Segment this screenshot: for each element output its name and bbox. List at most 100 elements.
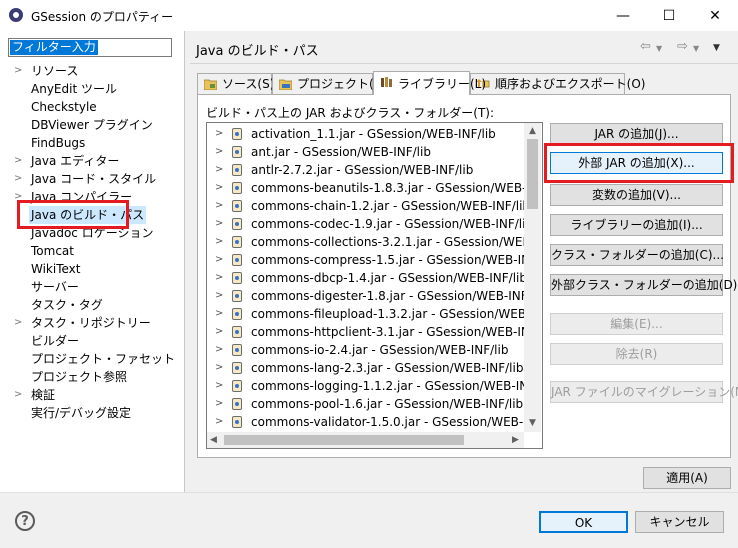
jar-list-item[interactable]: > commons-logging-1.1.2.jar - GSession/WE… bbox=[207, 377, 525, 395]
nav-item[interactable]: 実行/デバッグ設定 bbox=[0, 404, 184, 422]
expand-chevron-icon[interactable]: > bbox=[215, 305, 223, 323]
help-icon[interactable]: ? bbox=[15, 511, 35, 531]
nav-item-label: Java エディター bbox=[31, 154, 120, 168]
jar-list-item[interactable]: > commons-beanutils-1.8.3.jar - GSession/… bbox=[207, 179, 525, 197]
jar-list-item[interactable]: > commons-httpclient-3.1.jar - GSession/W… bbox=[207, 323, 525, 341]
cancel-button[interactable]: キャンセル bbox=[635, 511, 724, 533]
page-title: Java のビルド・パス bbox=[196, 44, 319, 59]
tab-projects[interactable]: プロジェクト(P) bbox=[272, 73, 386, 94]
maximize-button[interactable]: ☐ bbox=[646, 0, 692, 31]
nav-item[interactable]: ビルダー bbox=[0, 332, 184, 350]
filter-input[interactable]: フィルター入力 bbox=[8, 38, 172, 57]
expand-chevron-icon[interactable]: > bbox=[215, 215, 223, 233]
back-arrow-icon[interactable]: ⇦ bbox=[640, 39, 651, 54]
scroll-left-icon[interactable]: ◀ bbox=[210, 435, 217, 445]
jar-list-item[interactable]: > commons-io-2.4.jar - GSession/WEB-INF/l… bbox=[207, 341, 525, 359]
expand-chevron-icon[interactable]: > bbox=[215, 395, 223, 413]
apply-button[interactable]: 適用(A) bbox=[643, 467, 731, 489]
expand-chevron-icon[interactable]: > bbox=[14, 62, 22, 80]
jar-list-label: ビルド・パス上の JAR およびクラス・フォルダー(T): bbox=[206, 106, 495, 120]
expand-chevron-icon[interactable]: > bbox=[215, 323, 223, 341]
close-button[interactable]: ✕ bbox=[692, 0, 738, 31]
expand-chevron-icon[interactable]: > bbox=[14, 152, 22, 170]
expand-chevron-icon[interactable]: > bbox=[215, 287, 223, 305]
jar-file-icon bbox=[232, 380, 242, 392]
tab-order-export[interactable]: 順序およびエクスポート(O) bbox=[470, 73, 645, 94]
nav-item[interactable]: WikiText bbox=[0, 260, 184, 278]
nav-item[interactable]: > Java エディター bbox=[0, 152, 184, 170]
jar-list-item[interactable]: > antlr-2.7.2.jar - GSession/WEB-INF/lib bbox=[207, 161, 525, 179]
expand-chevron-icon[interactable]: > bbox=[14, 314, 22, 332]
ok-button[interactable]: OK bbox=[539, 511, 628, 533]
expand-chevron-icon[interactable]: > bbox=[14, 386, 22, 404]
expand-chevron-icon[interactable]: > bbox=[215, 269, 223, 287]
jar-list-item[interactable]: > commons-chain-1.2.jar - GSession/WEB-IN… bbox=[207, 197, 525, 215]
nav-item[interactable]: > Java コード・スタイル bbox=[0, 170, 184, 188]
jar-list-item[interactable]: > commons-codec-1.9.jar - GSession/WEB-IN… bbox=[207, 215, 525, 233]
expand-chevron-icon[interactable]: > bbox=[215, 143, 223, 161]
forward-dropdown-icon[interactable]: ▼ bbox=[693, 44, 699, 53]
expand-chevron-icon[interactable]: > bbox=[215, 341, 223, 359]
highlight-box-button bbox=[544, 143, 734, 183]
nav-item[interactable]: Checkstyle bbox=[0, 98, 184, 116]
forward-arrow-icon[interactable]: ⇨ bbox=[677, 39, 688, 54]
jar-list-item[interactable]: > commons-digester-1.8.jar - GSession/WEB… bbox=[207, 287, 525, 305]
scroll-up-icon[interactable]: ▲ bbox=[529, 126, 536, 136]
horizontal-scroll-thumb[interactable] bbox=[224, 435, 464, 445]
nav-item[interactable]: DBViewer プラグイン bbox=[0, 116, 184, 134]
nav-item[interactable]: AnyEdit ツール bbox=[0, 80, 184, 98]
jar-list-item[interactable]: > commons-pool-1.6.jar - GSession/WEB-INF… bbox=[207, 395, 525, 413]
jar-list[interactable]: > activation_1.1.jar - GSession/WEB-INF/l… bbox=[206, 122, 543, 449]
nav-item[interactable]: > 検証 bbox=[0, 386, 184, 404]
nav-item[interactable]: プロジェクト参照 bbox=[0, 368, 184, 386]
expand-chevron-icon[interactable]: > bbox=[215, 233, 223, 251]
jar-name: activation_1.1.jar - GSession/WEB-INF/li… bbox=[251, 127, 496, 141]
nav-item[interactable]: FindBugs bbox=[0, 134, 184, 152]
expand-chevron-icon[interactable]: > bbox=[215, 197, 223, 215]
nav-item[interactable]: タスク・タグ bbox=[0, 296, 184, 314]
jar-list-item[interactable]: > activation_1.1.jar - GSession/WEB-INF/l… bbox=[207, 125, 525, 143]
tab-source[interactable]: ソース(S) bbox=[197, 73, 274, 94]
expand-chevron-icon[interactable]: > bbox=[215, 413, 223, 431]
expand-chevron-icon[interactable]: > bbox=[215, 179, 223, 197]
back-dropdown-icon[interactable]: ▼ bbox=[656, 44, 662, 53]
jar-file-icon bbox=[232, 362, 242, 374]
nav-item[interactable]: サーバー bbox=[0, 278, 184, 296]
expand-chevron-icon[interactable]: > bbox=[215, 125, 223, 143]
jar-list-item[interactable]: > ant.jar - GSession/WEB-INF/lib bbox=[207, 143, 525, 161]
expand-chevron-icon[interactable]: > bbox=[14, 170, 22, 188]
add-external-class-folder-button[interactable]: 外部クラス・フォルダーの追加(D)... bbox=[550, 274, 738, 296]
add-jar-button[interactable]: JAR の追加(J)... bbox=[550, 123, 723, 145]
expand-chevron-icon[interactable]: > bbox=[215, 161, 223, 179]
nav-item-label: プロジェクト参照 bbox=[31, 370, 128, 384]
nav-item[interactable]: プロジェクト・ファセット bbox=[0, 350, 184, 368]
jar-name: commons-fileupload-1.3.2.jar - GSession/… bbox=[251, 307, 525, 321]
nav-item[interactable]: > リソース bbox=[0, 62, 184, 80]
view-menu-icon[interactable]: ▼ bbox=[713, 43, 720, 53]
add-variable-button[interactable]: 変数の追加(V)... bbox=[550, 184, 723, 206]
jar-list-item[interactable]: > commons-lang-2.3.jar - GSession/WEB-INF… bbox=[207, 359, 525, 377]
scroll-down-icon[interactable]: ▼ bbox=[529, 418, 536, 428]
expand-chevron-icon[interactable]: > bbox=[215, 359, 223, 377]
jar-file-icon bbox=[232, 236, 242, 248]
jar-list-item[interactable]: > commons-compress-1.5.jar - GSession/WEB… bbox=[207, 251, 525, 269]
scroll-right-icon[interactable]: ▶ bbox=[512, 435, 519, 445]
jar-list-item[interactable]: > commons-collections-3.2.1.jar - GSessio… bbox=[207, 233, 525, 251]
add-library-button[interactable]: ライブラリーの追加(I)... bbox=[550, 214, 723, 236]
vertical-scroll-thumb[interactable] bbox=[527, 139, 538, 209]
jar-name: antlr-2.7.2.jar - GSession/WEB-INF/lib bbox=[251, 163, 474, 177]
tab-libraries[interactable]: ライブラリー(L) bbox=[373, 71, 486, 95]
add-class-folder-button[interactable]: クラス・フォルダーの追加(C)... bbox=[550, 244, 724, 266]
migrate-jar-button[interactable]: JAR ファイルのマイグレーション(M)... bbox=[550, 381, 738, 403]
jar-list-item[interactable]: > commons-dbcp-1.4.jar - GSession/WEB-INF… bbox=[207, 269, 525, 287]
nav-item[interactable]: > タスク・リポジトリー bbox=[0, 314, 184, 332]
expand-chevron-icon[interactable]: > bbox=[215, 251, 223, 269]
remove-button[interactable]: 除去(R) bbox=[550, 343, 723, 365]
nav-item-label: プロジェクト・ファセット bbox=[31, 352, 176, 366]
expand-chevron-icon[interactable]: > bbox=[215, 377, 223, 395]
nav-item[interactable]: Tomcat bbox=[0, 242, 184, 260]
minimize-button[interactable]: — bbox=[600, 0, 646, 31]
jar-list-item[interactable]: > commons-fileupload-1.3.2.jar - GSession… bbox=[207, 305, 525, 323]
jar-list-item[interactable]: > commons-validator-1.5.0.jar - GSession/… bbox=[207, 413, 525, 431]
edit-button[interactable]: 編集(E)... bbox=[550, 313, 723, 335]
